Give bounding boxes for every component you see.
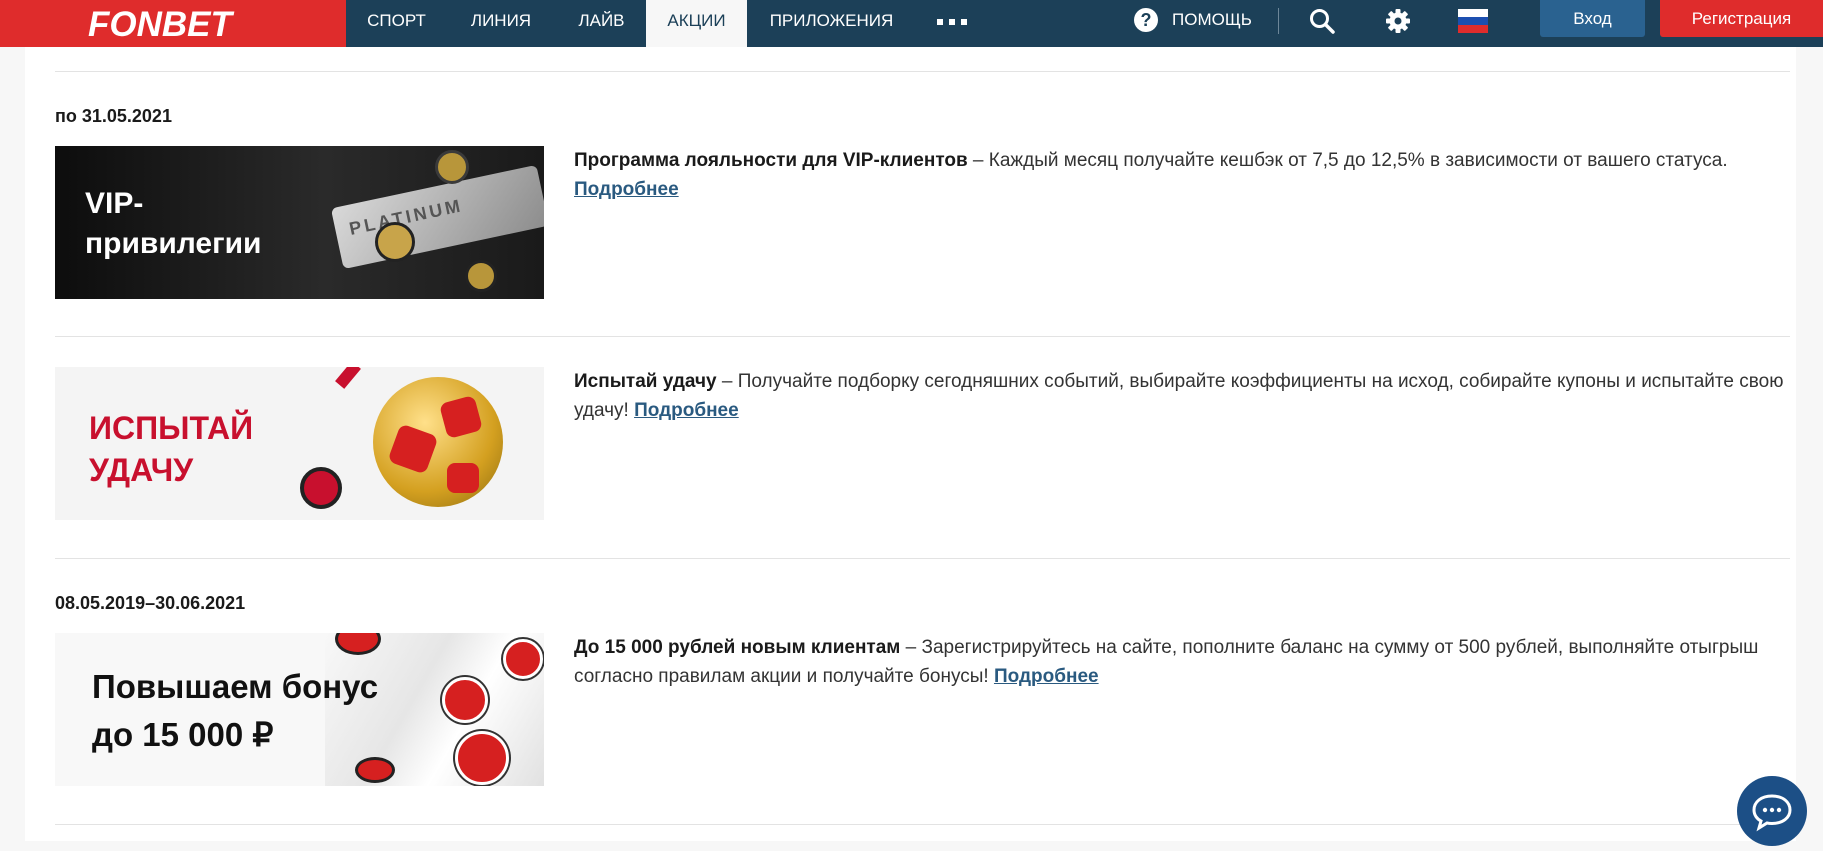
promo-date: 08.05.2019–30.06.2021 <box>55 593 246 613</box>
coin-icon <box>300 467 342 509</box>
promo-banner-luck[interactable]: ИСПЫТАЙ УДАЧУ <box>55 367 544 520</box>
divider <box>55 824 1790 825</box>
promo-title: Программа лояльности для VIP-клиентов <box>574 150 968 171</box>
nav-line[interactable]: ЛИНИЯ <box>447 0 555 47</box>
fonbet-logo[interactable]: FONBET <box>88 5 232 45</box>
promotions-list: по 31.05.2021 VIP- привилегии PLATINUM П… <box>25 47 1796 841</box>
promo-title: Испытай удачу <box>574 371 717 392</box>
russia-flag-icon[interactable] <box>1458 9 1488 33</box>
coin-icon <box>503 639 543 679</box>
divider <box>55 336 1790 337</box>
coin-icon <box>355 757 395 783</box>
divider <box>1278 8 1279 34</box>
promo-more-link[interactable]: Подробнее <box>574 179 679 200</box>
promo-description: До 15 000 рублей новым клиентам – Зареги… <box>574 637 1759 687</box>
nav-live[interactable]: ЛАЙВ <box>555 0 648 47</box>
promo-date: по 31.05.2021 <box>55 106 172 126</box>
question-circle-icon: ? <box>1134 8 1158 32</box>
chat-bubble-icon[interactable] <box>1737 776 1807 846</box>
coin-icon <box>375 222 415 262</box>
nav-sport[interactable]: СПОРТ <box>346 0 447 47</box>
platinum-card: PLATINUM <box>330 164 544 270</box>
divider <box>55 558 1790 559</box>
top-navigation-bar: FONBET СПОРТ ЛИНИЯ ЛАЙВ АКЦИИ ПРИЛОЖЕНИЯ… <box>0 0 1823 47</box>
coin-icon <box>465 260 497 292</box>
coin-icon <box>435 150 469 184</box>
help-label: ПОМОЩЬ <box>1172 10 1252 29</box>
logo-area[interactable]: FONBET <box>0 0 346 47</box>
gear-icon[interactable] <box>1385 8 1411 34</box>
more-menu-icon[interactable] <box>937 19 967 25</box>
search-icon[interactable] <box>1309 8 1335 34</box>
promo-more-link[interactable]: Подробнее <box>994 666 1099 687</box>
promo-title: До 15 000 рублей новым клиентам <box>574 637 901 658</box>
golden-ball-icon <box>373 377 503 507</box>
promo-description: Программа лояльности для VIP-клиентов – … <box>574 150 1728 200</box>
coin-icon <box>455 731 509 785</box>
divider <box>55 71 1790 72</box>
nav-promotions[interactable]: АКЦИИ <box>646 0 747 47</box>
promo-banner-bonus[interactable]: Повышаем бонус до 15 000 ₽ <box>55 633 544 786</box>
promo-description: Испытай удачу – Получайте подборку сегод… <box>574 371 1784 421</box>
login-button[interactable]: Вход <box>1540 0 1645 37</box>
promo-more-link[interactable]: Подробнее <box>634 400 739 421</box>
promo-banner-vip[interactable]: VIP- привилегии PLATINUM <box>55 146 544 299</box>
coin-icon <box>442 677 488 723</box>
register-button[interactable]: Регистрация <box>1660 0 1823 37</box>
nav-apps[interactable]: ПРИЛОЖЕНИЯ <box>749 0 914 47</box>
